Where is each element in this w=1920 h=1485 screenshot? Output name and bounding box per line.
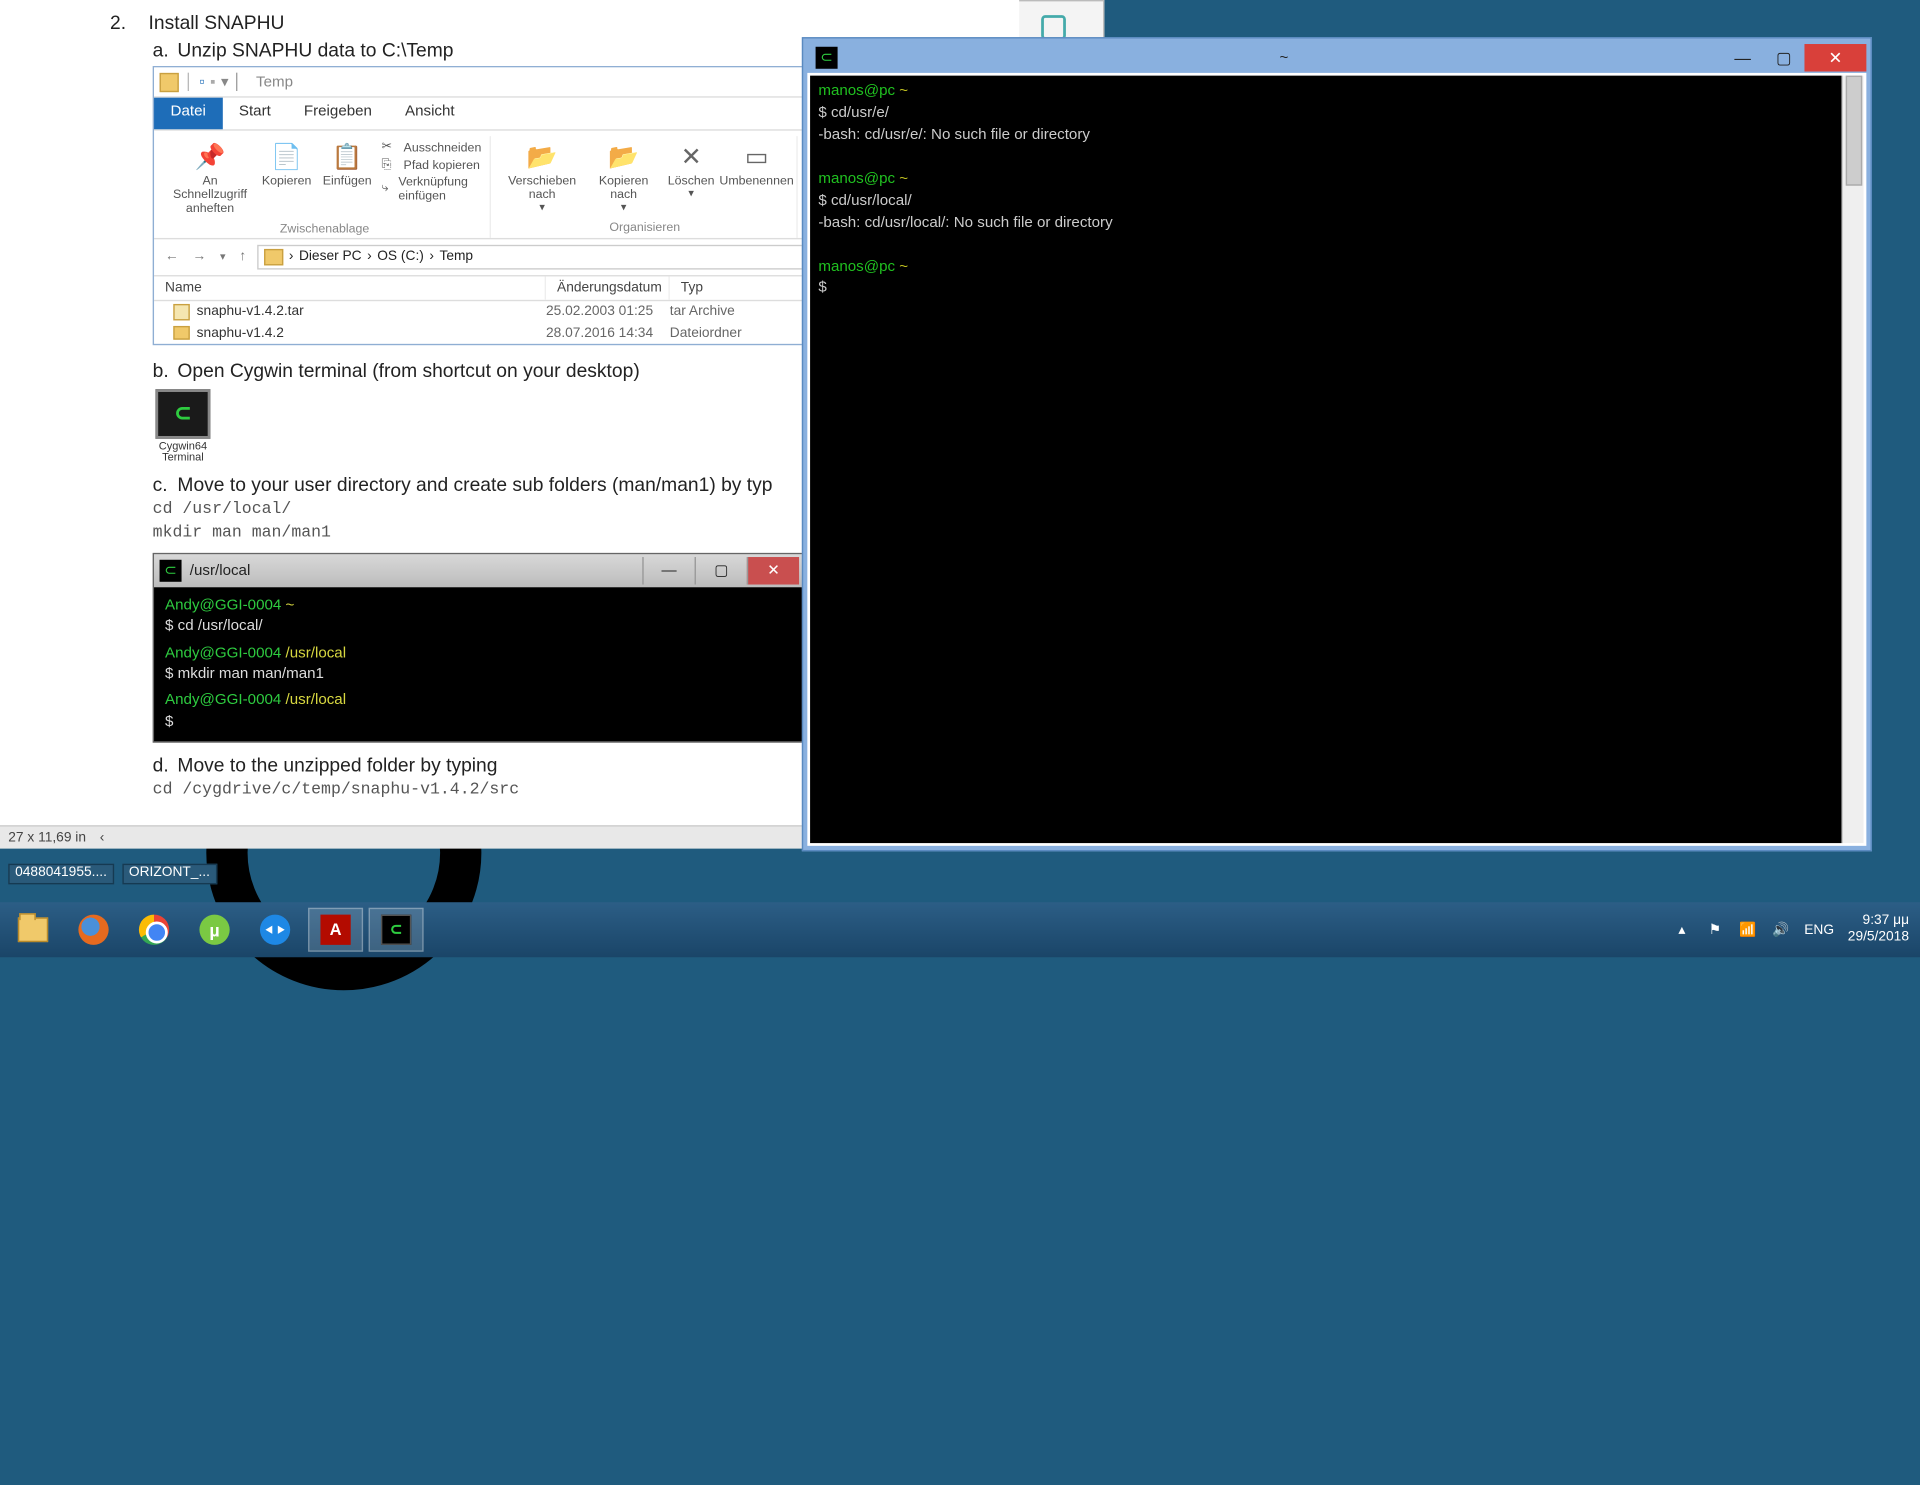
taskbar-chrome[interactable] [127,908,182,952]
copy-icon: 📄 [270,142,303,175]
folder-icon [160,72,179,91]
taskbar-firefox[interactable] [66,908,121,952]
nav-history-icon[interactable]: ▾ [217,251,228,263]
pin-icon: 📌 [194,142,227,175]
adobe-reader-icon: A [320,915,350,945]
clock-date: 29/5/2018 [1848,930,1909,947]
taskbar-utorrent[interactable]: µ [187,908,242,952]
status-arrow: ‹ [100,830,105,845]
taskbar-teamviewer[interactable] [248,908,303,952]
explorer-column-headers: Name Änderungsdatum Typ [154,276,811,301]
volume-icon[interactable]: 🔊 [1771,920,1790,939]
terminal-output[interactable]: manos@pc ~$ cd/usr/e/-bash: cd/usr/e/: N… [810,76,1842,843]
utorrent-icon: µ [199,915,229,945]
thumb-label-2[interactable]: ORIZONT_... [122,864,217,885]
rename-button[interactable]: ▭Umbenennen [726,139,788,191]
cygwin-icon: ⊂ [160,560,182,582]
col-type[interactable]: Typ [670,276,812,299]
delete-button[interactable]: ✕Löschen▾ [665,139,717,203]
copy-path-button[interactable]: ⎘Pfad kopieren [382,157,482,174]
network-icon[interactable]: 📶 [1738,920,1757,939]
moveto-icon: 📂 [526,142,559,175]
nav-back-icon[interactable]: ← [162,249,181,264]
action-center-icon[interactable]: ⚑ [1705,920,1724,939]
tab-freigeben[interactable]: Freigeben [287,98,388,130]
teamviewer-icon [260,915,290,945]
copyto-icon: 📂 [607,142,640,175]
close-button[interactable]: ✕ [747,557,799,585]
folder-icon [173,326,190,340]
clock-time: 9:37 μμ [1848,913,1909,930]
firefox-icon [78,915,108,945]
page-dimensions: 27 x 11,69 in [8,830,86,845]
desktop-window-thumbs: 0488041955.... ORIZONT_... [0,864,225,885]
copy-to-button[interactable]: 📂Kopieren nach▾ [591,139,657,217]
minimize-button[interactable]: — [642,557,694,585]
tray-overflow-icon[interactable]: ▴ [1672,920,1691,939]
taskbar-clock[interactable]: 9:37 μμ 29/5/2018 [1848,913,1909,946]
paste-shortcut-button[interactable]: ⤷Verknüpfung einfügen [382,175,482,203]
archive-icon [173,304,190,321]
copy-button[interactable]: 📄Kopieren [261,139,313,191]
language-indicator[interactable]: ENG [1804,922,1834,937]
cygwin-icon: ⊂ [381,915,411,945]
taskbar: µ A ⊂ ▴ ⚑ 📶 🔊 ENG 9:37 μμ 29/5/2018 [0,902,1920,957]
scissors-icon: ✂ [382,139,399,156]
link-icon: ⤷ [382,180,393,197]
nav-forward-icon[interactable]: → [190,249,209,264]
move-to-button[interactable]: 📂Verschieben nach▾ [502,139,582,217]
paste-icon: 📋 [331,142,364,175]
terminal-title-text: ~ [846,50,1722,67]
chrome-icon [139,915,169,945]
cut-button[interactable]: ✂Ausschneiden [382,139,482,156]
file-row[interactable]: snaphu-v1.4.2.tar25.02.2003 01:25tar Arc… [154,301,811,323]
file-explorer-icon [18,917,48,942]
cygwin-icon: ⊂ [155,389,210,439]
folder-icon [264,248,283,265]
col-date[interactable]: Änderungsdatum [546,276,670,299]
breadcrumb[interactable]: › Dieser PC › OS (C:) › Temp [257,244,803,269]
cygwin-icon: ⊂ [816,47,838,69]
terminal-titlebar[interactable]: ⊂ ~ — ▢ ✕ [807,43,1866,73]
organize-group-label: Organisieren [609,219,680,233]
mini-terminal-title: /usr/local [190,562,642,579]
explorer-quickaccess-bar: │ ▫ ▪ ▾ │ Temp [154,67,811,97]
cygwin-desktop-shortcut: ⊂ Cygwin64 Terminal [153,389,214,465]
step-heading: 2.Install SNAPHU [114,11,1008,33]
file-row[interactable]: snaphu-v1.4.228.07.2016 14:34Dateiordner [154,323,811,344]
system-tray: ▴ ⚑ 📶 🔊 ENG 9:37 μμ 29/5/2018 [1672,913,1920,946]
maximize-button[interactable]: ▢ [1763,44,1804,72]
pin-button[interactable]: 📌An Schnellzugriff anheften [168,139,252,218]
cygwin-icon-label: Cygwin64 Terminal [153,441,214,465]
nav-up-icon[interactable]: ↑ [237,249,249,264]
tab-datei[interactable]: Datei [154,98,222,130]
minimize-button[interactable]: — [1722,44,1763,72]
rename-icon: ▭ [740,142,773,175]
doc-terminal-screenshot: ⊂ /usr/local — ▢ ✕ Andy@GGI-0004 ~$ cd /… [153,553,806,743]
tab-ansicht[interactable]: Ansicht [388,98,471,130]
explorer-address-bar: ← → ▾ ↑ › Dieser PC › OS (C:) › Temp [154,239,811,276]
thumb-label-1[interactable]: 0488041955.... [8,864,114,885]
taskbar-adobe-reader[interactable]: A [308,908,363,952]
col-name[interactable]: Name [154,276,546,299]
delete-icon: ✕ [675,142,708,175]
taskbar-file-explorer[interactable] [6,908,61,952]
explorer-ribbon-tabs: Datei Start Freigeben Ansicht [154,98,811,131]
explorer-screenshot: │ ▫ ▪ ▾ │ Temp Datei Start Freigeben Ans… [153,66,813,345]
path-icon: ⎘ [382,157,399,174]
taskbar-cygwin-terminal[interactable]: ⊂ [369,908,424,952]
tab-start[interactable]: Start [222,98,287,130]
clipboard-group-label: Zwischenablage [280,221,369,235]
paste-button[interactable]: 📋Einfügen [321,139,373,191]
explorer-title-text: Temp [248,74,293,91]
close-button[interactable]: ✕ [1804,44,1866,72]
terminal-scrollbar[interactable] [1842,76,1864,843]
maximize-button[interactable]: ▢ [695,557,747,585]
explorer-ribbon: 📌An Schnellzugriff anheften 📄Kopieren 📋E… [154,131,811,239]
cygwin-terminal-window: ⊂ ~ — ▢ ✕ manos@pc ~$ cd/usr/e/-bash: cd… [802,37,1872,851]
